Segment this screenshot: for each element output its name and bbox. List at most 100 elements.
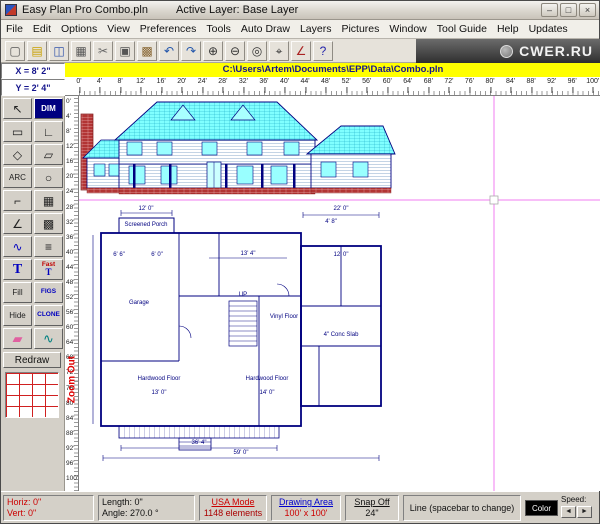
v-ruler-tick: 64': [66, 339, 74, 346]
open-file-icon[interactable]: ▤: [27, 41, 47, 61]
ellipse-tool[interactable]: ○: [34, 167, 63, 188]
menu-item-edit[interactable]: Edit: [28, 20, 56, 38]
status-drawing-area-link[interactable]: Drawing Area: [275, 497, 337, 508]
status-mode-panel: USA Mode 1148 elements: [199, 495, 267, 521]
v-ruler-tick: 56': [66, 309, 74, 316]
text-tool[interactable]: T: [3, 259, 32, 280]
h-ruler-tick: 72': [444, 78, 453, 85]
status-cursor-panel: Horiz: 0" Vert: 0": [3, 495, 94, 521]
zoom-out-label: Zoom Out: [67, 349, 78, 411]
menu-item-preferences[interactable]: Preferences: [135, 20, 202, 38]
plan-label: 6' 0": [151, 252, 163, 258]
redo-icon[interactable]: ↷: [181, 41, 201, 61]
zoom-out-icon[interactable]: ⊖: [225, 41, 245, 61]
menu-item-help[interactable]: Help: [492, 20, 524, 38]
plan-label: 13' 4": [241, 251, 256, 257]
eraser-tool[interactable]: ▰: [3, 328, 32, 349]
pan-icon[interactable]: ⌖: [269, 41, 289, 61]
status-measure-panel: Length: 0" Angle: 270.0 °: [98, 495, 195, 521]
trapezoid-tool[interactable]: ▱: [34, 144, 63, 165]
v-ruler-tick: 100': [66, 475, 78, 482]
status-line-mode-panel: Line (spacebar to change): [403, 495, 521, 521]
copy-icon[interactable]: ▣: [115, 41, 135, 61]
status-snap-value: 24": [349, 508, 395, 519]
angle-tool[interactable]: ∠: [3, 213, 32, 234]
color-button[interactable]: Color: [525, 500, 558, 516]
menu-item-layers[interactable]: Layers: [295, 20, 337, 38]
cut-icon[interactable]: ✂: [93, 41, 113, 61]
measure-icon[interactable]: ∠: [291, 41, 311, 61]
v-ruler-tick: 48': [66, 279, 74, 286]
plan-label: Hardwood Floor: [246, 376, 289, 382]
perpendicular-dim-tool[interactable]: ∟: [34, 121, 63, 142]
v-ruler-tick: 60': [66, 324, 74, 331]
menu-item-auto-draw[interactable]: Auto Draw: [236, 20, 295, 38]
print-icon[interactable]: ▦: [71, 41, 91, 61]
status-line-mode[interactable]: Line (spacebar to change): [410, 503, 515, 514]
corner-tool[interactable]: ⌐: [3, 190, 32, 211]
polygon-tool[interactable]: ◇: [3, 144, 32, 165]
vertical-ruler: 0'4'8'12'16'20'24'28'32'36'40'44'48'52'5…: [65, 96, 79, 491]
hide-tool[interactable]: Hide: [3, 305, 32, 326]
figures-tool[interactable]: FIGS: [34, 282, 63, 303]
speed-decrease-button[interactable]: ◄: [561, 506, 576, 518]
table-grid-tool[interactable]: ▦: [34, 190, 63, 211]
close-button[interactable]: ×: [579, 3, 596, 17]
arc-tool[interactable]: ARC: [3, 167, 32, 188]
maximize-button[interactable]: □: [560, 3, 577, 17]
undo-icon[interactable]: ↶: [159, 41, 179, 61]
help-icon[interactable]: ?: [313, 41, 333, 61]
stairs-tool[interactable]: ≡: [34, 236, 63, 257]
v-ruler-tick: 40': [66, 249, 74, 256]
v-ruler-tick: 92': [66, 445, 74, 452]
h-ruler-tick: 84': [506, 78, 515, 85]
grid-preview[interactable]: [5, 372, 59, 418]
h-ruler-tick: 64': [403, 78, 412, 85]
pointer-tool[interactable]: ↖: [3, 98, 32, 119]
redraw-button[interactable]: Redraw: [3, 352, 61, 368]
drawing-canvas[interactable]: 12' 0"Screened Porch22' 0"4' 8"6' 6"6' 0…: [79, 96, 600, 491]
save-icon[interactable]: ◫: [49, 41, 69, 61]
zoom-in-icon[interactable]: ⊕: [203, 41, 223, 61]
menu-bar: FileEditOptionsViewPreferencesToolsAuto …: [1, 20, 599, 39]
h-ruler-tick: 80': [485, 78, 494, 85]
plan-label: 59' 0": [234, 450, 249, 456]
new-file-icon[interactable]: ▢: [5, 41, 25, 61]
v-ruler-tick: 20': [66, 173, 74, 180]
h-ruler-tick: 12': [136, 78, 145, 85]
status-mode-link[interactable]: USA Mode: [203, 497, 263, 508]
plan-label: 12' 0": [334, 252, 349, 258]
menu-item-file[interactable]: File: [1, 20, 28, 38]
h-ruler-tick: 8': [117, 78, 122, 85]
v-ruler-tick: 36': [66, 234, 74, 241]
status-snap-link[interactable]: Snap Off: [349, 497, 395, 508]
menu-item-tools[interactable]: Tools: [201, 20, 236, 38]
minimize-button[interactable]: –: [541, 3, 558, 17]
speed-increase-button[interactable]: ►: [577, 506, 592, 518]
menu-item-options[interactable]: Options: [56, 20, 102, 38]
v-ruler-tick: 52': [66, 294, 74, 301]
fast-text-tool[interactable]: FastT: [34, 259, 63, 280]
plan-label: UP: [239, 292, 247, 298]
v-ruler-tick: 12': [66, 143, 74, 150]
v-ruler-tick: 88': [66, 430, 74, 437]
dot-grid-tool[interactable]: ▩: [34, 213, 63, 234]
fill-tool[interactable]: Fill: [3, 282, 32, 303]
tool-palette: ↖DIM▭∟◇▱ARC○⌐▦∠▩∿≡TFastTFillFIGSHideCLON…: [1, 96, 65, 491]
status-bar: Horiz: 0" Vert: 0" Length: 0" Angle: 270…: [1, 491, 599, 523]
rounded-rect-tool[interactable]: ▭: [3, 121, 32, 142]
plan-label: Hardwood Floor: [138, 376, 181, 382]
curve-tool[interactable]: ∿: [3, 236, 32, 257]
menu-item-tool-guide[interactable]: Tool Guide: [432, 20, 492, 38]
zoom-window-icon[interactable]: ◎: [247, 41, 267, 61]
menu-item-view[interactable]: View: [102, 20, 135, 38]
freehand-tool[interactable]: ∿: [34, 328, 63, 349]
v-ruler-tick: 32': [66, 219, 74, 226]
clone-tool[interactable]: CLONE: [34, 305, 63, 326]
plan-label: 4' 8": [325, 219, 337, 225]
menu-item-pictures[interactable]: Pictures: [336, 20, 384, 38]
menu-item-updates[interactable]: Updates: [524, 20, 573, 38]
dimension-tool[interactable]: DIM: [34, 98, 63, 119]
menu-item-window[interactable]: Window: [384, 20, 431, 38]
paste-icon[interactable]: ▩: [137, 41, 157, 61]
